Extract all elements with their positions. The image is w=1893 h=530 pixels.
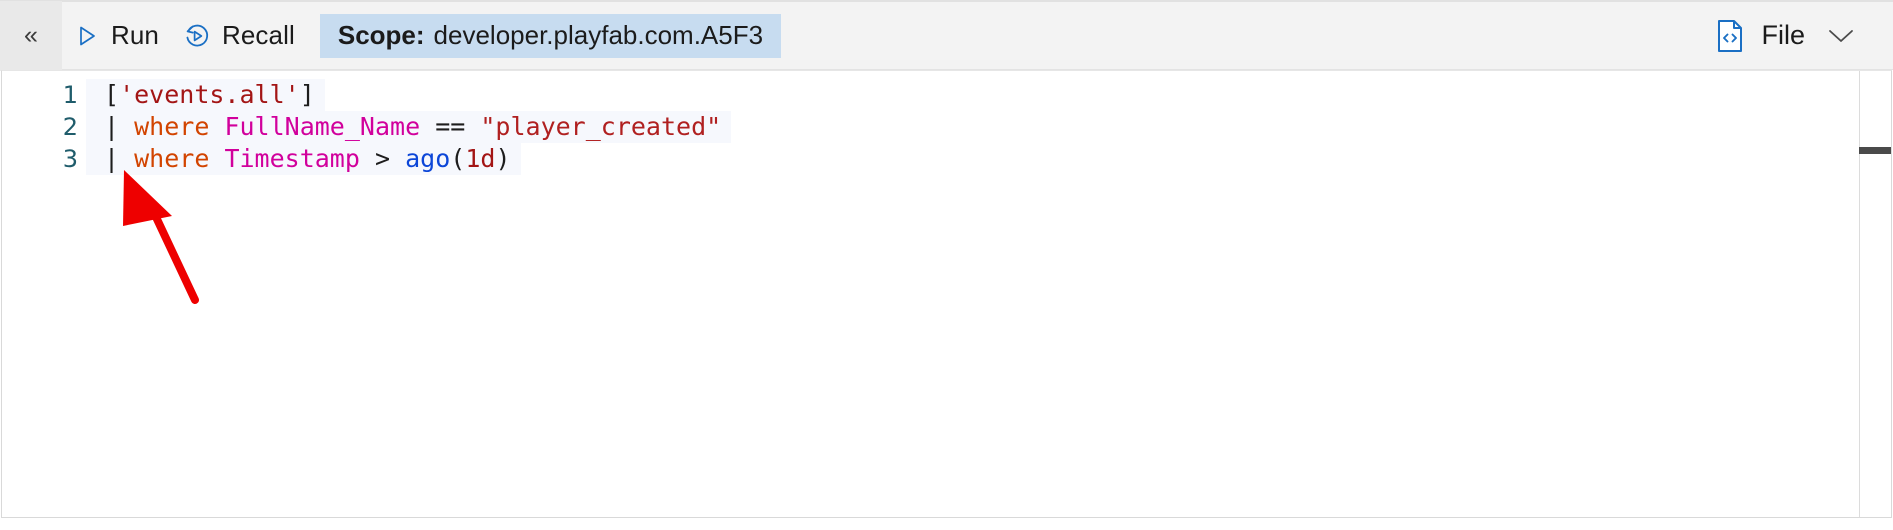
file-menu-label: File xyxy=(1761,20,1805,50)
recall-button-label: Recall xyxy=(222,20,295,50)
scope-label: Scope: xyxy=(337,20,425,50)
toolbar-right-group: File xyxy=(1707,2,1893,69)
token: ] xyxy=(299,80,315,109)
code-editor[interactable]: 1 ['events.all'] 2 | where FullName_Name… xyxy=(1,70,1892,518)
line-number: 3 xyxy=(62,145,78,173)
history-replay-icon xyxy=(183,22,211,50)
scope-value: developer.playfab.com.A5F3 xyxy=(433,20,764,50)
line-number: 1 xyxy=(62,81,78,109)
scope-selector[interactable]: Scope: developer.playfab.com.A5F3 xyxy=(319,13,782,58)
double-chevron-left-icon: « xyxy=(24,21,38,49)
token: > xyxy=(374,144,391,173)
chevron-down-icon xyxy=(1827,27,1855,45)
token: where xyxy=(134,112,210,141)
code-line-2[interactable]: 2 | where FullName_Name == "player_creat… xyxy=(2,111,1891,143)
token: ( xyxy=(450,144,466,173)
token: "player_created" xyxy=(480,112,722,141)
code-document-icon xyxy=(1715,19,1745,53)
code-lines: 1 ['events.all'] 2 | where FullName_Name… xyxy=(2,79,1891,175)
token: | xyxy=(104,144,120,173)
line-number: 2 xyxy=(62,113,78,141)
token: ago xyxy=(405,144,451,173)
vertical-scrollbar-thumb[interactable] xyxy=(1859,147,1891,154)
toolbar-left-group: « Run Recall Scope: developer.playfab.co… xyxy=(0,0,782,71)
token: ) xyxy=(495,144,511,173)
code-line-3[interactable]: 3 | where Timestamp > ago(1d) xyxy=(2,143,1891,175)
minimap-divider xyxy=(1859,71,1860,517)
token: FullName_Name xyxy=(224,112,421,141)
run-button-label: Run xyxy=(111,20,159,50)
query-editor-app: « Run Recall Scope: developer.playfab.co… xyxy=(0,0,1893,530)
token: == xyxy=(435,112,466,141)
token: [ xyxy=(104,80,120,109)
line-content[interactable]: | where Timestamp > ago(1d) xyxy=(86,143,521,175)
run-button[interactable]: Run xyxy=(62,13,171,59)
collapse-panel-button[interactable]: « xyxy=(0,0,62,71)
line-content[interactable]: | where FullName_Name == "player_created… xyxy=(86,111,732,143)
token: Timestamp xyxy=(224,144,360,173)
recall-button[interactable]: Recall xyxy=(171,13,307,59)
file-menu-button[interactable]: File xyxy=(1707,11,1863,61)
token: | xyxy=(104,112,120,141)
token: where xyxy=(134,144,210,173)
token: 'events.all' xyxy=(119,80,300,109)
line-content[interactable]: ['events.all'] xyxy=(86,79,325,111)
play-triangle-icon xyxy=(74,23,100,49)
token: 1d xyxy=(465,144,496,173)
code-line-1[interactable]: 1 ['events.all'] xyxy=(2,79,1891,111)
editor-toolbar: « Run Recall Scope: developer.playfab.co… xyxy=(0,0,1893,71)
